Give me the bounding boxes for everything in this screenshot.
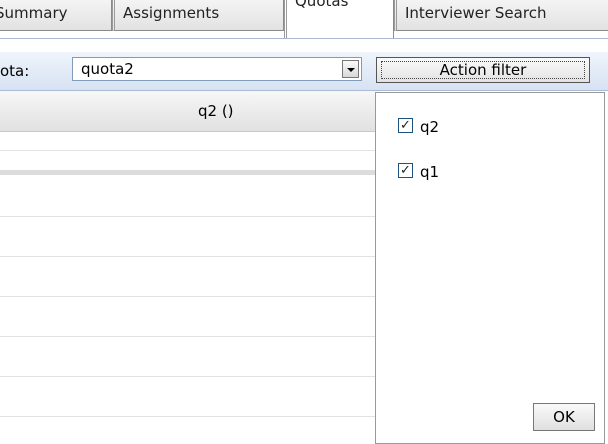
tab-bar: Summary Assignments Quotas Interviewer S… [0,0,608,39]
column-header-q2[interactable]: q2 () [198,102,234,120]
table-row [0,296,376,297]
tab-quotas-label: Quotas [295,0,349,10]
table-row [0,376,376,377]
tab-interviewer-search[interactable]: Interviewer Search [394,0,608,31]
action-filter-label: Action filter [439,61,527,79]
quota-toolbar: ota: quota2 Action filter [0,52,608,91]
chevron-down-icon[interactable] [342,60,359,78]
tab-quotas[interactable]: Quotas [284,0,394,38]
filter-item-label: q1 [420,163,440,181]
table-row [0,170,376,175]
checkbox-q1[interactable]: ✓ [398,163,413,178]
tab-assignments-label: Assignments [123,4,220,22]
grid-header: q2 () [0,91,380,132]
quota-select[interactable]: quota2 [72,57,362,81]
quota-label: ota: [0,62,30,80]
tab-summary[interactable]: Summary [0,0,112,31]
quota-select-value: quota2 [81,60,134,78]
table-row [0,150,376,151]
ok-button[interactable]: OK [533,403,595,431]
table-row [0,256,376,257]
filter-item-label: q2 [420,118,440,136]
checkbox-q2[interactable]: ✓ [398,118,413,133]
action-filter-button[interactable]: Action filter [376,57,590,83]
table-row [0,216,376,217]
tab-summary-label: Summary [0,4,68,22]
table-row [0,416,376,417]
tab-interviewer-search-label: Interviewer Search [405,4,547,22]
tab-assignments[interactable]: Assignments [112,0,284,31]
table-row [0,336,376,337]
action-filter-panel: ✓ q2 ✓ q1 OK [375,92,605,444]
